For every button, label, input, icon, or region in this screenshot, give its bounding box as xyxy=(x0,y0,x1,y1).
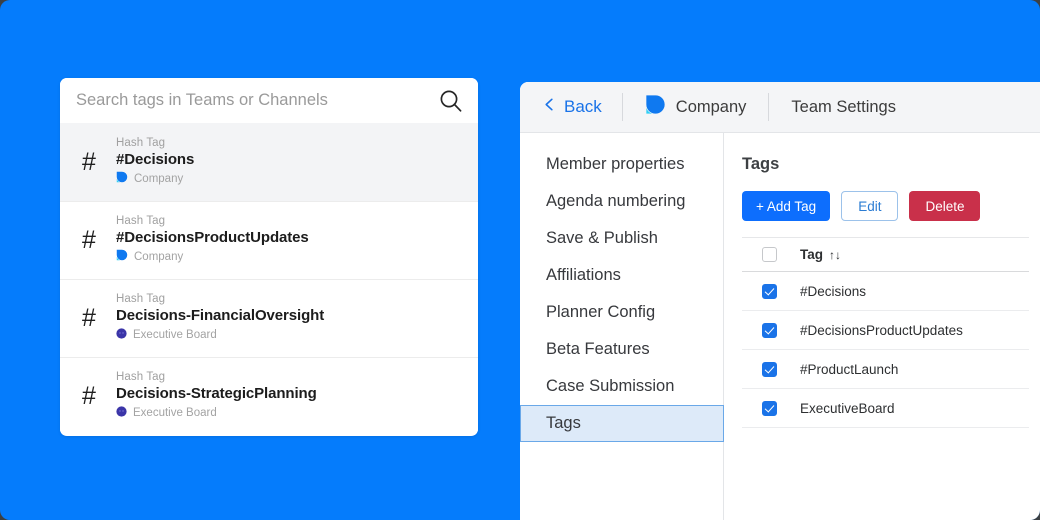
result-meta: Executive Board xyxy=(116,404,317,422)
result-meta: Executive Board xyxy=(116,326,324,344)
page-title: Team Settings xyxy=(791,97,896,116)
row-checkbox[interactable] xyxy=(762,361,777,377)
sidebar-item-label: Beta Features xyxy=(546,340,650,358)
result-meta-label: Company xyxy=(134,251,184,263)
settings-header: Back Company Team Settings xyxy=(520,82,1040,133)
result-meta: Company xyxy=(116,170,194,188)
result-title: Decisions-FinancialOversight xyxy=(116,307,325,324)
sidebar-item-save-publish[interactable]: Save & Publish xyxy=(520,220,723,257)
result-title: #DecisionsProductUpdates xyxy=(116,229,309,246)
search-result-body: Hash Tag #DecisionsProductUpdates Company xyxy=(116,215,309,266)
table-row[interactable]: #Decisions xyxy=(742,272,1029,311)
tag-name-cell: #DecisionsProductUpdates xyxy=(800,322,963,338)
sidebar-item-affiliations[interactable]: Affiliations xyxy=(520,257,723,294)
select-all-checkbox[interactable] xyxy=(762,247,777,262)
tag-search-panel: #Hash Tag#DecisionsCompany#Hash Tag#Deci… xyxy=(60,78,478,436)
sidebar-item-planner-config[interactable]: Planner Config xyxy=(520,294,723,331)
sidebar-item-label: Agenda numbering xyxy=(546,192,686,210)
sidebar-item-label: Planner Config xyxy=(546,303,656,321)
search-icon[interactable] xyxy=(438,88,464,114)
back-button[interactable]: Back xyxy=(520,82,622,132)
table-row[interactable]: ExecutiveBoard xyxy=(742,389,1029,428)
search-result-row[interactable]: # Hash Tag Decisions-StrategicPlanning Exec… xyxy=(60,357,478,435)
delete-tag-button[interactable]: Delete xyxy=(909,191,981,221)
settings-body: Member properties Agenda numbering Save & … xyxy=(520,133,1040,520)
tags-content: Tags + Add Tag Edit Delete Tag ↑↓ #Decis… xyxy=(724,133,1040,520)
column-header-tag: Tag xyxy=(800,247,823,262)
result-meta-label: Executive Board xyxy=(133,407,217,419)
executive-board-avatar-icon xyxy=(116,404,127,422)
result-title: #Decisions xyxy=(116,150,195,168)
sidebar-item-member-properties[interactable]: Member properties xyxy=(520,146,723,183)
company-breadcrumb[interactable]: Company xyxy=(623,94,769,120)
sidebar-item-case-submission[interactable]: Case Submission xyxy=(520,368,723,405)
tag-name-cell: ExecutiveBoard xyxy=(800,400,895,416)
table-row[interactable]: #ProductLaunch xyxy=(742,350,1029,389)
tag-action-buttons: + Add Tag Edit Delete xyxy=(742,191,1040,221)
tags-table: Tag ↑↓ #Decisions #DecisionsProductUpdate… xyxy=(742,237,1029,428)
executive-board-avatar-icon xyxy=(116,326,127,344)
search-result-body: Hash Tag Decisions-FinancialOversight Exec… xyxy=(116,293,324,344)
row-checkbox[interactable] xyxy=(762,400,777,416)
hash-icon: # xyxy=(82,304,96,332)
search-input[interactable] xyxy=(76,91,432,110)
sidebar-item-label: Tags xyxy=(546,414,581,432)
company-droplet-icon xyxy=(116,170,128,188)
tag-name-cell: #ProductLaunch xyxy=(800,361,899,377)
sort-toggle-icon[interactable]: ↑↓ xyxy=(829,248,841,262)
sidebar-item-label: Affiliations xyxy=(546,266,621,284)
back-label: Back xyxy=(564,97,602,116)
sidebar-item-tags[interactable]: Tags xyxy=(520,405,724,442)
result-kind-label: Hash Tag xyxy=(116,371,166,383)
search-result-row[interactable]: # Hash Tag #DecisionsProductUpdates Company xyxy=(60,201,478,279)
company-droplet-icon xyxy=(645,94,666,120)
sidebar-item-label: Save & Publish xyxy=(546,229,658,247)
search-results-list: # Hash Tag #Decisions Company # Hash Tag #Deci… xyxy=(60,123,478,435)
result-meta-label: Executive Board xyxy=(133,329,217,341)
company-droplet-icon xyxy=(116,248,128,266)
table-body: #Decisions #DecisionsProductUpdates #Produ… xyxy=(742,272,1029,428)
sidebar-item-label: Case Submission xyxy=(546,377,675,395)
app-canvas: #Hash Tag#DecisionsCompany#Hash Tag#Deci… xyxy=(0,0,1040,520)
edit-tag-button[interactable]: Edit xyxy=(841,191,899,221)
search-result-body: Hash Tag Decisions-StrategicPlanning Execu… xyxy=(116,371,317,422)
team-settings-panel: Back Company Team Settings Member proper… xyxy=(520,82,1040,520)
chevron-left-icon xyxy=(542,97,557,117)
result-kind-label: Hash Tag xyxy=(116,293,166,305)
row-checkbox[interactable] xyxy=(762,322,777,338)
sidebar-item-agenda-numbering[interactable]: Agenda numbering xyxy=(520,183,723,220)
sidebar-item-beta-features[interactable]: Beta Features xyxy=(520,331,723,368)
search-result-body: Hash Tag #Decisions Company xyxy=(116,137,194,188)
search-result-row[interactable]: # Hash Tag Decisions-FinancialOversight Exe… xyxy=(60,279,478,357)
hash-icon: # xyxy=(82,226,96,254)
result-title: Decisions-StrategicPlanning xyxy=(116,385,317,402)
row-checkbox[interactable] xyxy=(762,283,777,299)
hash-icon: # xyxy=(82,382,96,410)
sidebar-item-label: Member properties xyxy=(546,155,685,173)
hash-icon: # xyxy=(82,147,96,176)
table-header-row: Tag ↑↓ xyxy=(742,237,1029,272)
result-meta: Company xyxy=(116,248,309,266)
result-kind-label: Hash Tag xyxy=(116,215,166,227)
result-kind-label: Hash Tag xyxy=(116,136,166,149)
search-bar xyxy=(60,78,478,123)
settings-nav: Member properties Agenda numbering Save & … xyxy=(520,133,724,520)
company-label: Company xyxy=(675,97,747,116)
add-tag-button[interactable]: + Add Tag xyxy=(742,191,831,221)
table-row[interactable]: #DecisionsProductUpdates xyxy=(742,311,1029,350)
tag-name-cell: #Decisions xyxy=(800,283,867,299)
result-meta-label: Company xyxy=(134,172,184,185)
search-result-row[interactable]: # Hash Tag #Decisions Company xyxy=(60,123,478,201)
tags-heading: Tags xyxy=(742,155,780,173)
